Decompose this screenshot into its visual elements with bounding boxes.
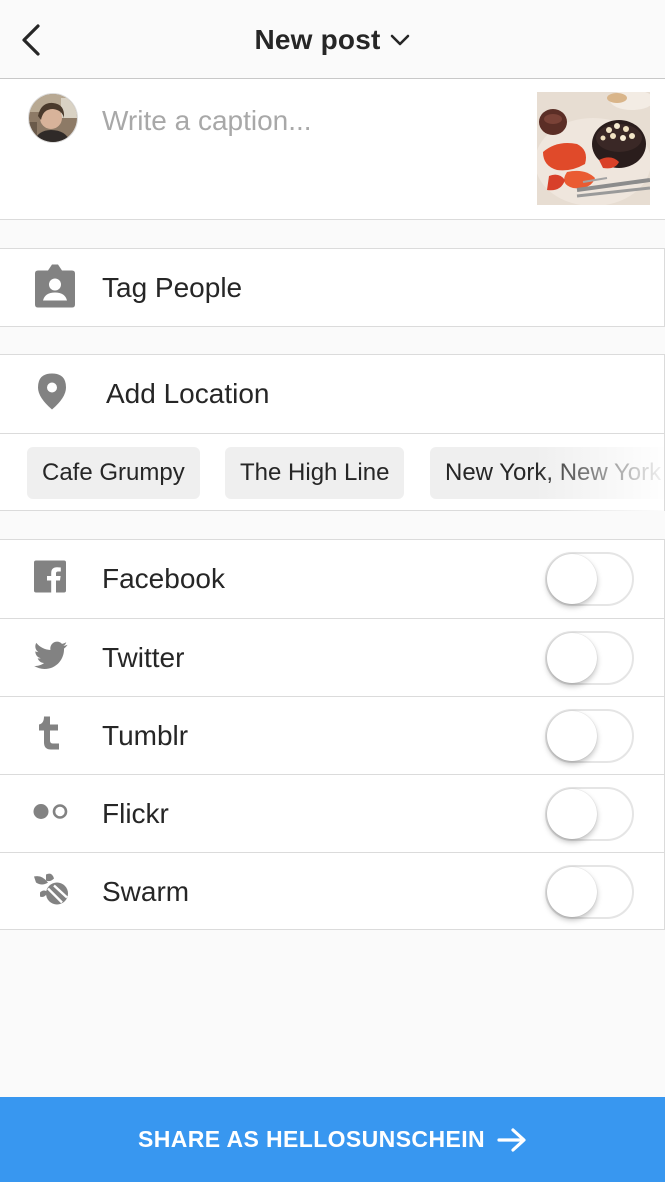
tag-people-section: Tag People — [0, 248, 665, 327]
facebook-toggle[interactable] — [545, 552, 634, 606]
chevron-down-icon — [390, 34, 409, 46]
post-thumbnail[interactable] — [537, 92, 650, 205]
tag-people-row[interactable]: Tag People — [0, 249, 664, 327]
share-button[interactable]: SHARE AS HELLOSUNSCHEIN — [0, 1097, 665, 1182]
share-label-swarm: Swarm — [102, 875, 190, 907]
add-location-label: Add Location — [106, 378, 270, 409]
share-row-swarm: Swarm — [0, 852, 664, 930]
caption-input[interactable] — [102, 97, 512, 145]
header: New post — [0, 0, 665, 79]
post-type-dropdown[interactable]: New post — [0, 22, 665, 58]
twitter-icon — [33, 641, 68, 674]
tumblr-toggle[interactable] — [545, 708, 634, 763]
swarm-toggle[interactable] — [545, 864, 634, 919]
share-label-tumblr: Tumblr — [102, 719, 189, 751]
twitter-toggle[interactable] — [545, 630, 634, 685]
toggle-knob — [547, 866, 597, 917]
share-row-flickr: Flickr — [0, 774, 664, 852]
toggle-knob — [547, 788, 597, 839]
share-row-facebook: Facebook — [0, 540, 664, 618]
share-label-twitter: Twitter — [102, 641, 185, 673]
arrow-right-icon — [497, 1127, 526, 1152]
tumblr-icon — [38, 716, 62, 755]
location-pin-icon — [36, 373, 68, 416]
location-suggestions: Cafe Grumpy The High Line New York, New … — [0, 433, 664, 511]
facebook-icon — [34, 560, 66, 598]
share-targets-section: Facebook Twitter Tumblr Flickr Swarm — [0, 539, 665, 930]
flickr-icon — [32, 802, 70, 825]
add-location-row[interactable]: Add Location — [0, 355, 664, 433]
location-chip-new-york[interactable]: New York, New York — [430, 447, 664, 499]
location-section: Add Location Cafe Grumpy The High Line N… — [0, 354, 665, 511]
toggle-knob — [547, 710, 597, 761]
toggle-knob — [547, 632, 597, 683]
tag-people-label: Tag People — [102, 272, 243, 303]
share-label-facebook: Facebook — [102, 563, 225, 594]
share-row-tumblr: Tumblr — [0, 696, 664, 774]
swarm-icon — [32, 872, 70, 911]
share-button-label: SHARE AS HELLOSUNSCHEIN — [138, 1126, 485, 1152]
page-title: New post — [254, 24, 381, 55]
tag-person-icon — [34, 263, 76, 314]
new-post-screen: New post Write a caption... Tag People A… — [0, 0, 665, 1182]
share-label-flickr: Flickr — [102, 797, 169, 829]
toggle-knob — [547, 554, 597, 604]
avatar — [28, 93, 78, 143]
location-chip-high-line[interactable]: The High Line — [225, 447, 405, 499]
caption-section — [0, 79, 665, 220]
flickr-toggle[interactable] — [545, 786, 634, 841]
share-row-twitter: Twitter — [0, 618, 664, 696]
location-chip-cafe-grumpy[interactable]: Cafe Grumpy — [27, 447, 200, 499]
